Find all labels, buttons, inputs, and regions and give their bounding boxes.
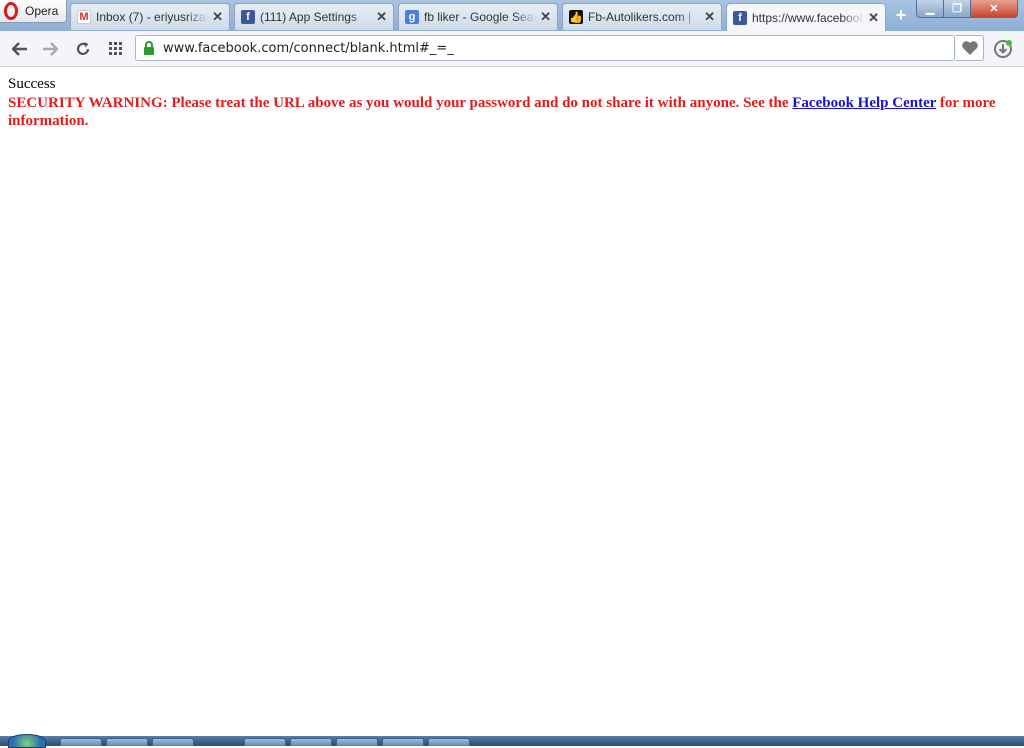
warning-text: SECURITY WARNING: Please treat the URL a… bbox=[8, 95, 793, 111]
facebook-icon: f bbox=[241, 10, 255, 24]
tab-title: https://www.facebook bbox=[752, 10, 865, 25]
address-bar[interactable] bbox=[135, 35, 955, 61]
browser-title-bar: Opera M Inbox (7) - eriyusrizal ✕ f (111… bbox=[0, 0, 1024, 32]
restore-icon: ❐ bbox=[952, 3, 962, 15]
google-icon: g bbox=[405, 10, 419, 24]
bookmark-heart-button[interactable] bbox=[956, 35, 984, 61]
close-icon[interactable]: ✕ bbox=[212, 9, 223, 25]
taskbar-item[interactable] bbox=[244, 738, 286, 746]
speed-dial-button[interactable] bbox=[106, 39, 126, 59]
facebook-icon: f bbox=[733, 10, 747, 25]
taskbar-item[interactable] bbox=[336, 738, 378, 746]
close-icon[interactable]: ✕ bbox=[704, 9, 715, 25]
taskbar-item[interactable] bbox=[428, 738, 470, 746]
close-icon[interactable]: ✕ bbox=[376, 9, 387, 25]
page-content: Success SECURITY WARNING: Please treat t… bbox=[0, 67, 1024, 736]
back-arrow-icon bbox=[12, 42, 27, 56]
restore-button[interactable]: ❐ bbox=[943, 0, 971, 18]
help-center-link[interactable]: Facebook Help Center bbox=[792, 95, 936, 111]
reload-icon bbox=[76, 42, 90, 55]
download-icon bbox=[994, 40, 1012, 58]
success-text: Success bbox=[8, 76, 56, 92]
tab-autolikers[interactable]: 👍 Fb-Autolikers.com | ✕ bbox=[562, 3, 722, 30]
autolikers-icon: 👍 bbox=[569, 10, 583, 24]
tab-facebook-active[interactable]: f https://www.facebook ✕ bbox=[726, 3, 886, 31]
close-window-icon: ✕ bbox=[989, 3, 999, 15]
close-icon[interactable]: ✕ bbox=[868, 10, 879, 26]
taskbar-item[interactable] bbox=[60, 738, 102, 746]
heart-icon bbox=[961, 41, 978, 55]
taskbar-item[interactable] bbox=[382, 738, 424, 746]
taskbar-item[interactable] bbox=[152, 738, 194, 746]
tab-google-search[interactable]: g fb liker - Google Search ✕ bbox=[398, 3, 558, 30]
forward-button[interactable] bbox=[40, 39, 60, 59]
forward-arrow-icon bbox=[43, 42, 58, 56]
lock-icon bbox=[143, 41, 155, 60]
close-icon[interactable]: ✕ bbox=[540, 9, 551, 25]
security-warning: SECURITY WARNING: Please treat the URL a… bbox=[8, 94, 1008, 130]
taskbar-item[interactable] bbox=[290, 738, 332, 746]
taskbar-item[interactable] bbox=[106, 738, 148, 746]
tab-app-settings[interactable]: f (111) App Settings ✕ bbox=[234, 3, 394, 30]
gmail-icon: M bbox=[77, 10, 91, 24]
tab-title: Inbox (7) - eriyusrizal bbox=[96, 10, 209, 24]
speed-dial-grid-icon bbox=[109, 42, 122, 55]
new-tab-plus-icon[interactable]: + bbox=[893, 6, 909, 24]
minimize-icon: ▁ bbox=[925, 3, 935, 15]
tab-inbox[interactable]: M Inbox (7) - eriyusrizal ✕ bbox=[70, 3, 230, 30]
close-window-button[interactable]: ✕ bbox=[970, 0, 1018, 18]
back-button[interactable] bbox=[10, 39, 30, 59]
windows-taskbar bbox=[0, 734, 1024, 748]
opera-logo-icon bbox=[4, 2, 18, 20]
tab-title: Fb-Autolikers.com | bbox=[588, 10, 692, 24]
opera-menu-label: Opera bbox=[25, 4, 59, 18]
url-input[interactable] bbox=[163, 39, 943, 57]
opera-menu-button[interactable]: Opera bbox=[0, 0, 67, 23]
downloads-button[interactable] bbox=[993, 39, 1013, 59]
tab-title: fb liker - Google Search bbox=[424, 10, 537, 24]
browser-toolbar bbox=[0, 31, 1024, 67]
tab-title: (111) App Settings bbox=[260, 10, 357, 24]
reload-button[interactable] bbox=[73, 39, 93, 59]
minimize-button[interactable]: ▁ bbox=[916, 0, 944, 18]
